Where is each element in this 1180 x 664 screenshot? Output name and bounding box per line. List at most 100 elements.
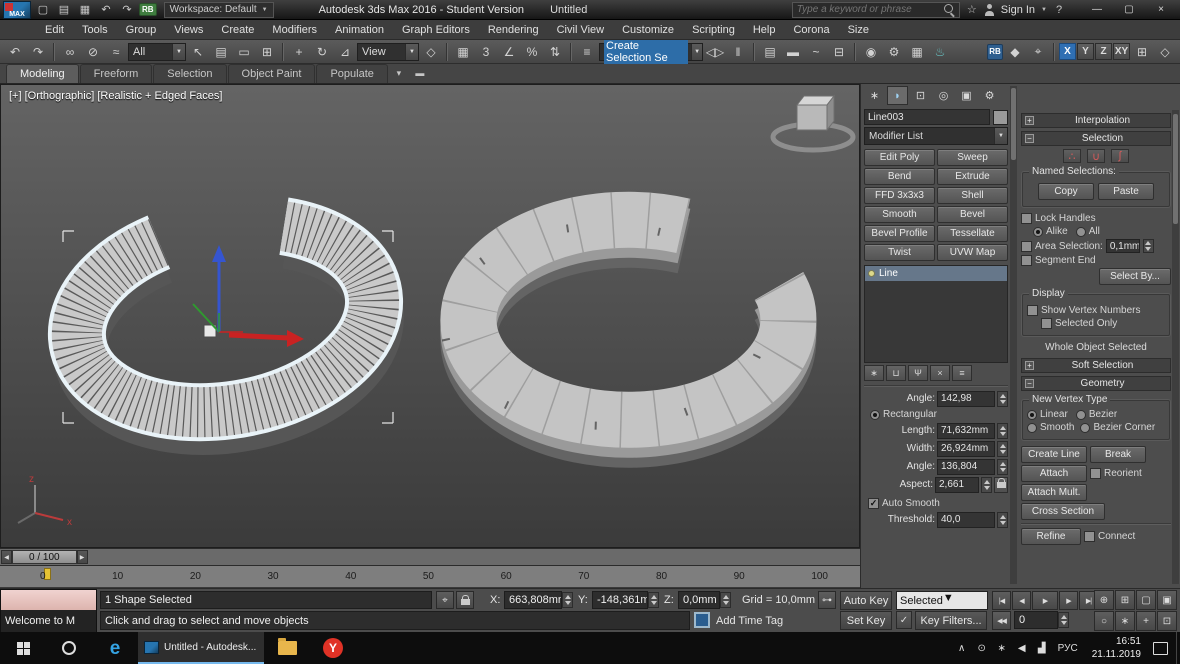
modifier-uvw-map-button[interactable]: UVW Map [937,244,1008,261]
redo-icon[interactable]: ↷ [27,42,49,62]
panel-scrollbar[interactable] [1010,86,1017,584]
frame-spinner[interactable] [1058,612,1069,628]
isolate-selection-toggle-icon[interactable]: ⌖ [436,591,454,609]
paste-button[interactable]: Paste [1098,183,1154,200]
time-slider[interactable]: ◀ 0 / 100 ▶ [0,548,860,566]
zoom-icon[interactable]: ⊕ [1094,590,1114,610]
y-coordinate-field[interactable]: -148,361mm [592,591,648,609]
tab-modeling[interactable]: Modeling [6,64,79,83]
menu-tools[interactable]: Tools [73,22,117,38]
bluetooth-icon[interactable]: ∗ [992,632,1012,664]
connect-checkbox[interactable] [1084,531,1095,542]
angle-snap-icon[interactable]: ∠ [498,42,520,62]
auto-key-button[interactable]: Auto Key [840,591,892,610]
z-coordinate-field[interactable]: 0,0mm [678,591,720,609]
modifier-bevel-profile-button[interactable]: Bevel Profile [864,225,935,242]
select-and-link-icon[interactable]: ∞ [59,42,81,62]
collapse-icon[interactable]: − [1025,134,1034,143]
rectangular-selection-region-icon[interactable]: ▭ [233,42,255,62]
menu-create[interactable]: Create [212,22,263,38]
aspect-spinner[interactable] [981,477,992,493]
linear-radio[interactable] [1027,410,1037,420]
axis-constraint-y-button[interactable]: Y [1077,43,1094,60]
axis-constraint-z-button[interactable]: Z [1095,43,1112,60]
key-filters-button[interactable]: Key Filters... [915,611,987,630]
add-time-tag-icon[interactable] [694,612,710,628]
zoom-extents-all-icon[interactable]: ▣ [1157,590,1177,610]
start-button[interactable] [0,632,46,664]
viewport[interactable]: [+] [Orthographic] [Realistic + Edged Fa… [0,84,860,548]
next-frame-button[interactable]: ▶ [1059,591,1078,610]
zoom-all-icon[interactable]: ⊞ [1115,590,1135,610]
horseshoe-object-solid[interactable] [444,220,788,440]
select-and-place-icon[interactable]: ◆ [1004,42,1026,62]
yandex-browser-button[interactable]: Y [310,632,356,664]
key-mode-toggle-icon[interactable]: ⊶ [818,591,836,609]
show-end-result-icon[interactable]: ⊔ [886,365,906,381]
modifier-list-dropdown[interactable]: Modifier List ▼ [864,127,1008,145]
select-and-rotate-icon[interactable]: ↻ [311,42,333,62]
angle-spinner[interactable] [997,391,1008,407]
align-icon[interactable]: ‖ [727,42,749,62]
modifier-tessellate-button[interactable]: Tessellate [937,225,1008,242]
welcome-window-titlebar[interactable] [1,590,96,610]
object-name-field[interactable]: Line003 [864,109,990,125]
ribbon-toggle-icon[interactable]: ▬ [782,42,804,62]
set-key-button[interactable]: Set Key [840,611,892,630]
select-and-scale-icon[interactable]: ⊿ [334,42,356,62]
visibility-bulb-icon[interactable] [868,270,875,277]
previous-frame-button[interactable]: ◀ [1012,591,1031,610]
angle-field[interactable]: 142,98 [937,391,995,407]
add-time-tag-label[interactable]: Add Time Tag [716,615,783,627]
bind-to-space-warp-icon[interactable]: ≈ [105,42,127,62]
named-selection-sets-dropdown[interactable]: Create Selection Se ▼ [599,43,703,61]
rectangular-radio[interactable] [870,410,880,420]
time-slider-handle[interactable]: 0 / 100 [12,550,77,564]
segment-end-checkbox[interactable] [1021,255,1032,266]
clock[interactable]: 16:51 21.11.2019 [1084,632,1149,664]
app-logo[interactable]: MAX [3,1,31,19]
sub-object-spline-icon[interactable]: ∫ [1111,149,1129,163]
area-selection-spinner[interactable] [1143,239,1154,253]
menu-animation[interactable]: Animation [326,22,393,38]
play-button[interactable]: ▶ [1032,591,1058,610]
sub-object-vertex-icon[interactable]: ∴ [1063,149,1081,163]
bezier-radio[interactable] [1076,410,1086,420]
reference-coordinate-system-dropdown[interactable]: View ▼ [357,43,419,61]
material-editor-icon[interactable]: ◉ [860,42,882,62]
favorites-star-icon[interactable]: ☆ [963,2,981,18]
menu-corona[interactable]: Corona [784,22,838,38]
horseshoe-object-selected[interactable] [63,207,392,450]
selection-lock-toggle-icon[interactable] [456,591,474,609]
show-desktop-button[interactable] [1176,632,1180,664]
threshold-field[interactable]: 40,0 [937,512,995,528]
maximize-viewport-toggle-icon[interactable]: ⊡ [1157,611,1177,631]
area-selection-checkbox[interactable] [1021,241,1032,252]
select-by-button[interactable]: Select By... [1099,268,1171,285]
rollout-soft-selection[interactable]: + Soft Selection [1021,358,1171,373]
threshold-spinner[interactable] [997,512,1008,528]
modifier-bevel-button[interactable]: Bevel [937,206,1008,223]
sub-object-segment-icon[interactable]: ∪ [1087,149,1105,163]
area-selection-field[interactable]: 0,1mm [1106,239,1140,253]
workspace-selector[interactable]: Workspace: Default ▼ [164,2,274,18]
track-bar[interactable]: 0 10 20 30 40 50 60 70 80 90 100 [0,566,860,588]
time-slider-next-arrow[interactable]: ▶ [77,550,88,564]
snaps-use-axis-icon[interactable]: ⊞ [1131,42,1153,62]
modifier-stack[interactable]: Line [864,265,1008,363]
go-to-start-button[interactable]: |◀ [992,591,1011,610]
tab-motion-icon[interactable]: ◎ [933,86,954,105]
aspect-field[interactable]: 2,661 [935,477,979,493]
rendered-frame-window-icon[interactable]: ▦ [906,42,928,62]
select-and-manipulate-icon[interactable]: ◇ [420,42,442,62]
bezier-corner-radio[interactable] [1080,423,1090,433]
search-input[interactable] [797,4,940,15]
ribbon-options-icon[interactable]: ▬ [411,65,429,81]
zoom-region-icon[interactable]: ○ [1094,611,1114,631]
menu-modifiers[interactable]: Modifiers [263,22,326,38]
x-coordinate-field[interactable]: 663,808mm [504,591,562,609]
create-line-button[interactable]: Create Line [1021,446,1087,463]
selected-only-checkbox[interactable] [1041,318,1052,329]
copy-button[interactable]: Copy [1038,183,1094,200]
tab-hierarchy-icon[interactable]: ⊡ [910,86,931,105]
